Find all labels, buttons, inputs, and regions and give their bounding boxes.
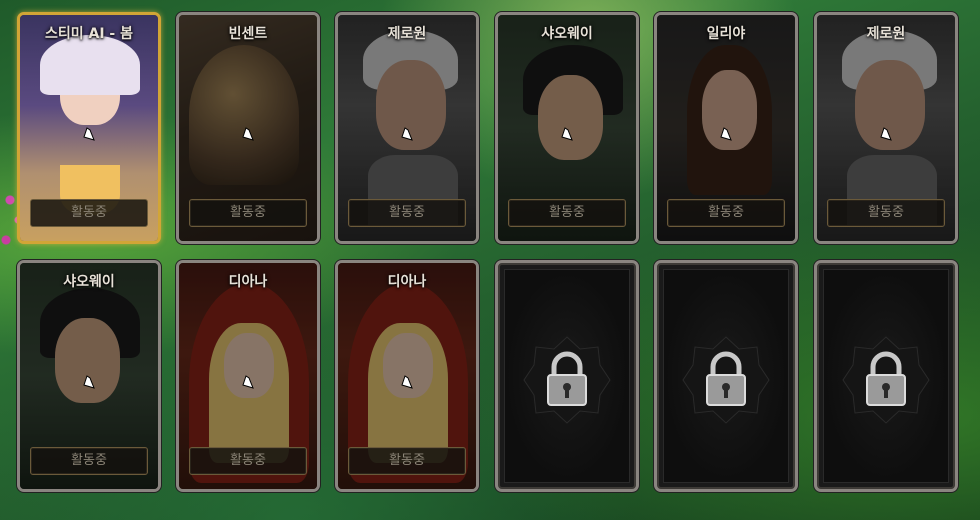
character-name: 샤오웨이 (541, 26, 593, 42)
hand-cursor-icon (561, 127, 573, 141)
character-card[interactable]: 일리야 활동중 (654, 12, 798, 244)
hand-cursor-icon (720, 127, 732, 141)
character-card[interactable]: 빈센트 활동중 (176, 12, 320, 244)
character-name: 디아나 (228, 274, 268, 290)
status-label: 활동중 (348, 447, 466, 475)
character-name: 디아나 (387, 274, 427, 290)
padlock-icon (842, 336, 930, 424)
character-name: 스티미 AI - 봄 (45, 26, 133, 42)
character-card[interactable]: 디아나 활동중 (335, 260, 479, 492)
character-name: 빈센트 (228, 26, 268, 42)
hand-cursor-icon (83, 127, 95, 141)
status-label: 활동중 (30, 447, 148, 475)
character-card[interactable]: 샤오웨이 활동중 (495, 12, 639, 244)
status-label: 활동중 (348, 199, 466, 227)
character-card[interactable]: 샤오웨이 활동중 (17, 260, 161, 492)
character-name: 샤오웨이 (63, 274, 115, 290)
locked-card-slot[interactable] (495, 260, 639, 492)
hand-cursor-icon (401, 375, 413, 389)
padlock-icon (523, 336, 611, 424)
character-card[interactable]: 스티미 AI - 봄 활동중 (17, 12, 161, 244)
character-name: 일리야 (706, 26, 746, 42)
character-card[interactable]: 제로원 활동중 (814, 12, 958, 244)
status-label: 활동중 (189, 447, 307, 475)
status-label: 활동중 (30, 199, 148, 227)
hand-cursor-icon (83, 375, 95, 389)
padlock-icon (682, 336, 770, 424)
hand-cursor-icon (242, 127, 254, 141)
hand-cursor-icon (242, 375, 254, 389)
locked-card-slot[interactable] (814, 260, 958, 492)
character-card[interactable]: 제로원 활동중 (335, 12, 479, 244)
hand-cursor-icon (401, 127, 413, 141)
character-card-grid: 스티미 AI - 봄 활동중 빈센트 활동중 제로원 활동중 샤오웨이 활동중 (0, 0, 980, 520)
status-label: 활동중 (508, 199, 626, 227)
character-name: 제로원 (866, 26, 906, 42)
status-label: 활동중 (827, 199, 945, 227)
character-card[interactable]: 디아나 활동중 (176, 260, 320, 492)
status-label: 활동중 (667, 199, 785, 227)
status-label: 활동중 (189, 199, 307, 227)
hand-cursor-icon (880, 127, 892, 141)
character-name: 제로원 (387, 26, 427, 42)
locked-card-slot[interactable] (654, 260, 798, 492)
